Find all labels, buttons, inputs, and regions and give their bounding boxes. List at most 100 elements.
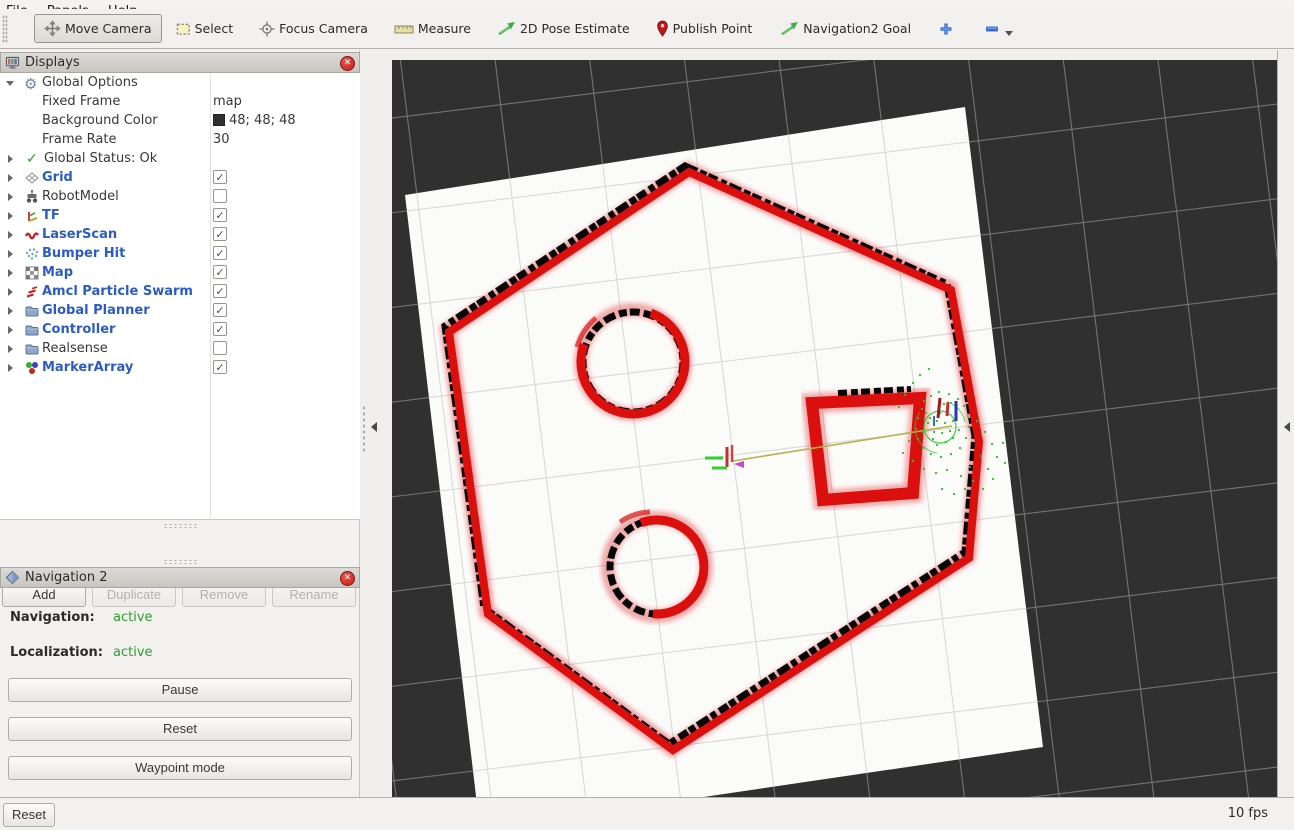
tree-row-tf[interactable]: TF ✓ [0, 206, 360, 225]
status-ok-icon [26, 151, 42, 167]
tree-row-fixed-frame[interactable]: Fixed Frame map [0, 92, 360, 111]
pose-estimate-button[interactable]: 2D Pose Estimate [497, 21, 630, 36]
display-checkbox[interactable]: ✓ [213, 265, 227, 279]
pose-arrow-icon [497, 21, 516, 36]
expand-arrow-icon[interactable] [8, 250, 13, 258]
select-icon [176, 21, 191, 36]
splitter-handle[interactable] [362, 405, 366, 453]
tree-row-laserscan[interactable]: LaserScan ✓ [0, 225, 360, 244]
display-checkbox[interactable]: ✓ [213, 208, 227, 222]
display-checkbox[interactable]: ✓ [213, 170, 227, 184]
localization-status-label: Localization: [10, 645, 103, 660]
background-color-value[interactable]: 48; 48; 48 [213, 113, 296, 128]
tree-row-bumper-hit[interactable]: Bumper Hit ✓ [0, 244, 360, 263]
right-collapsed-panel-strip [1277, 50, 1294, 797]
close-icon[interactable]: ✕ [340, 56, 355, 71]
expand-arrow-icon[interactable] [8, 288, 13, 296]
focus-camera-icon [259, 21, 275, 37]
expand-arrow-icon[interactable] [8, 326, 13, 334]
expand-arrow-icon[interactable] [8, 174, 13, 182]
move-camera-icon [44, 20, 61, 37]
tree-row-global-options[interactable]: Global Options [0, 73, 360, 92]
tree-row-controller[interactable]: Controller ✓ [0, 320, 360, 339]
measure-button[interactable]: Measure [394, 21, 471, 36]
collapse-arrow-icon[interactable] [6, 81, 14, 86]
expand-arrow-icon[interactable] [8, 231, 13, 239]
tree-row-global-status[interactable]: Global Status: Ok [0, 149, 360, 168]
fixed-frame-value[interactable]: map [213, 94, 242, 109]
splitter-handle[interactable] [163, 559, 197, 565]
laserscan-icon [24, 227, 40, 243]
rviz-3d-viewport[interactable] [392, 60, 1277, 797]
navigation-status-value: active [113, 610, 153, 625]
display-checkbox[interactable]: ✓ [213, 227, 227, 241]
nav2-panel-header[interactable]: Navigation 2 ✕ [0, 567, 360, 588]
move-camera-label: Move Camera [65, 21, 152, 36]
tree-row-global-planner[interactable]: Global Planner ✓ [0, 301, 360, 320]
nav2-panel-body: Navigation: active Localization: active … [0, 589, 360, 797]
select-label: Select [195, 21, 234, 36]
measure-icon [394, 22, 414, 36]
expand-arrow-icon[interactable] [8, 212, 13, 220]
reset-button[interactable]: Reset [8, 717, 352, 741]
expand-arrow-icon[interactable] [8, 269, 13, 277]
display-checkbox[interactable]: ✓ [213, 322, 227, 336]
display-checkbox[interactable]: ✓ [213, 303, 227, 317]
tree-row-map[interactable]: Map ✓ [0, 263, 360, 282]
minus-icon [985, 26, 999, 32]
add-tool-button[interactable] [939, 22, 957, 36]
time-reset-button[interactable]: Reset [3, 803, 55, 827]
tree-row-amcl[interactable]: Amcl Particle Swarm ✓ [0, 282, 360, 301]
tree-row-robotmodel[interactable]: RobotModel [0, 187, 360, 206]
expand-arrow-icon[interactable] [8, 345, 13, 353]
occupancy-map [405, 107, 1043, 797]
displays-panel-title: Displays [25, 55, 80, 70]
gear-icon [24, 75, 40, 91]
folder-icon [24, 303, 40, 319]
tree-row-markerarray[interactable]: MarkerArray ✓ [0, 358, 360, 377]
waypoint-mode-button[interactable]: Waypoint mode [8, 756, 352, 780]
localization-status-value: active [113, 645, 153, 660]
nav2-panel-title: Navigation 2 [25, 570, 108, 585]
navigation-status-label: Navigation: [10, 610, 95, 625]
splitter-handle[interactable] [163, 523, 197, 529]
collapse-panel-arrow-icon[interactable] [371, 422, 377, 432]
left-panel: Displays ✕ Global Options Fixed Frame ma… [0, 50, 360, 797]
tree-row-grid[interactable]: Grid ✓ [0, 168, 360, 187]
displays-tree: Global Options Fixed Frame map Backgroun… [0, 73, 360, 520]
frame-rate-value[interactable]: 30 [213, 132, 230, 147]
close-icon[interactable]: ✕ [340, 571, 355, 586]
plus-icon [939, 22, 953, 36]
tree-row-realsense[interactable]: Realsense [0, 339, 360, 358]
nav-goal-button[interactable]: Navigation2 Goal [780, 21, 911, 36]
toolbar: Move Camera Select Focus Camera Measure … [0, 9, 1294, 49]
displays-panel-header[interactable]: Displays ✕ [0, 52, 360, 73]
move-camera-button[interactable]: Move Camera [34, 14, 162, 43]
display-checkbox[interactable]: ✓ [213, 246, 227, 260]
display-checkbox[interactable]: ✓ [213, 284, 227, 298]
tree-row-background-color[interactable]: Background Color 48; 48; 48 [0, 111, 360, 130]
tf-icon [24, 208, 40, 224]
displays-icon [5, 55, 20, 70]
focus-camera-button[interactable]: Focus Camera [259, 21, 368, 37]
dropdown-caret-icon[interactable] [1005, 31, 1013, 36]
expand-arrow-icon[interactable] [8, 307, 13, 315]
toolbar-drag-handle[interactable] [2, 15, 8, 43]
display-checkbox[interactable] [213, 189, 227, 203]
amcl-icon [24, 284, 40, 300]
publish-point-label: Publish Point [673, 21, 753, 36]
select-button[interactable]: Select [176, 21, 234, 36]
tree-row-frame-rate[interactable]: Frame Rate 30 [0, 130, 360, 149]
expand-arrow-icon[interactable] [8, 193, 13, 201]
display-checkbox[interactable]: ✓ [213, 360, 227, 374]
expand-arrow-icon[interactable] [8, 364, 13, 372]
display-checkbox[interactable] [213, 341, 227, 355]
background-color-swatch [213, 114, 225, 126]
collapse-panel-arrow-icon[interactable] [1284, 422, 1290, 432]
expand-arrow-icon[interactable] [8, 155, 13, 163]
publish-point-button[interactable]: Publish Point [656, 20, 753, 37]
remove-tool-button[interactable] [985, 26, 1003, 32]
nav-goal-label: Navigation2 Goal [803, 21, 911, 36]
viewport-area [360, 50, 1277, 797]
pause-button[interactable]: Pause [8, 678, 352, 702]
